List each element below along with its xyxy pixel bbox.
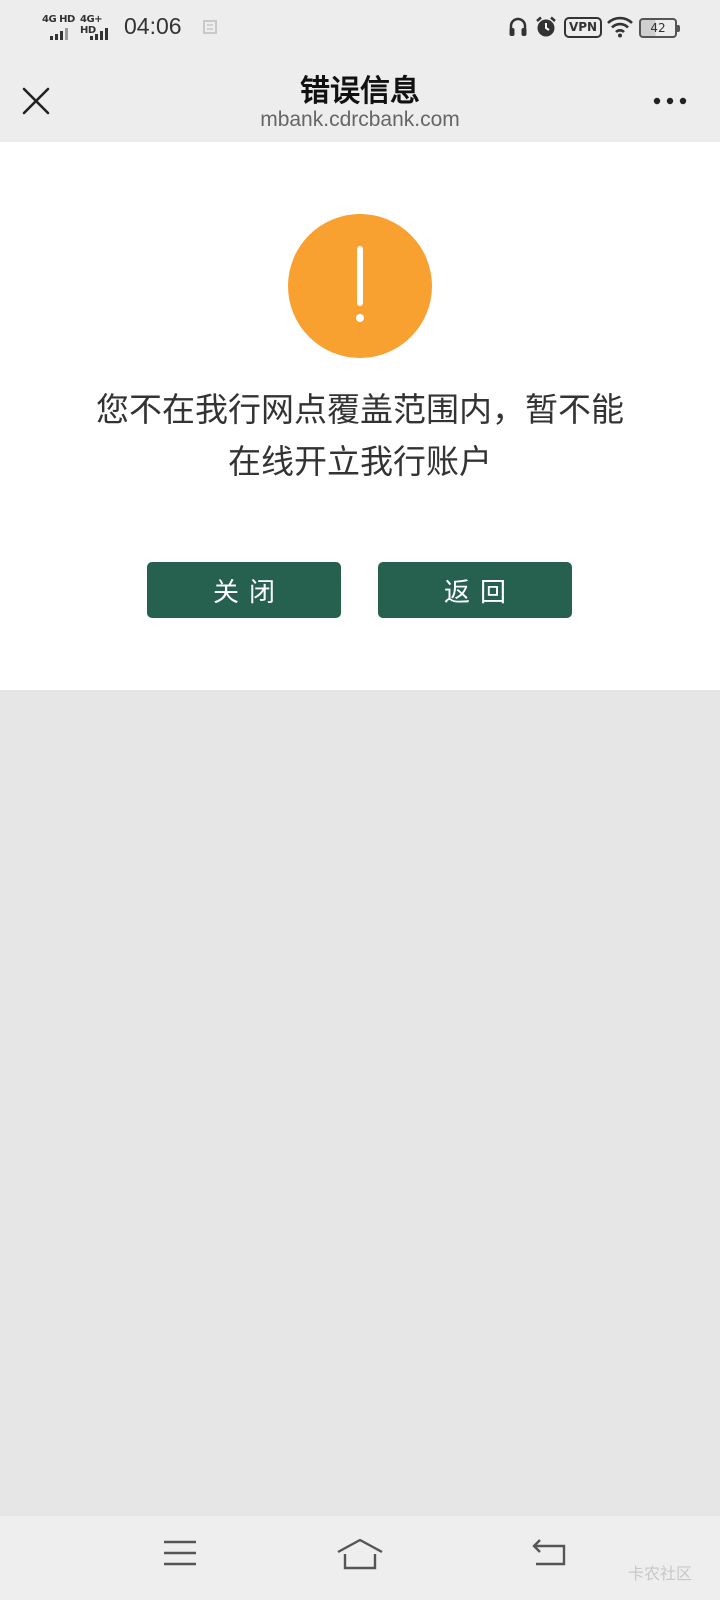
more-options-icon[interactable]	[650, 86, 690, 116]
sim1-signal-icon: 4G HD	[42, 14, 76, 40]
page-url: mbank.cdrcbank.com	[260, 108, 460, 131]
system-nav-bar: 卡农社区	[0, 1516, 720, 1600]
close-button[interactable]: 关闭	[147, 562, 341, 618]
wifi-icon	[607, 16, 633, 38]
notification-icon	[203, 20, 217, 34]
headphones-icon	[509, 17, 527, 36]
nav-header: 错误信息 mbank.cdrcbank.com	[0, 56, 720, 142]
exclamation-circle-icon	[288, 214, 432, 358]
error-message: 您不在我行网点覆盖范围内，暂不能 在线开立我行账户	[50, 384, 670, 488]
clock: 04:06	[124, 13, 182, 39]
status-bar: 4G HD 4G+ HD 04:06 VPN 42	[0, 0, 720, 56]
sim2-signal-icon: 4G+ HD	[80, 14, 114, 40]
vpn-badge: VPN	[564, 17, 602, 38]
error-card: 您不在我行网点覆盖范围内，暂不能 在线开立我行账户 关闭 返回	[0, 142, 720, 690]
page-title: 错误信息	[300, 74, 420, 109]
error-message-line1: 您不在我行网点覆盖范围内，暂不能	[96, 390, 624, 429]
back-button[interactable]: 返回	[378, 562, 572, 618]
back-nav-icon[interactable]	[530, 1538, 568, 1568]
home-icon[interactable]	[336, 1538, 384, 1570]
sim1-network-label: 4G HD	[42, 14, 75, 25]
menu-icon[interactable]	[162, 1538, 198, 1568]
watermark-text: 卡农社区	[628, 1564, 693, 1583]
error-message-line2: 在线开立我行账户	[228, 442, 492, 481]
battery-icon: 42	[639, 18, 680, 38]
alarm-icon	[536, 16, 556, 37]
